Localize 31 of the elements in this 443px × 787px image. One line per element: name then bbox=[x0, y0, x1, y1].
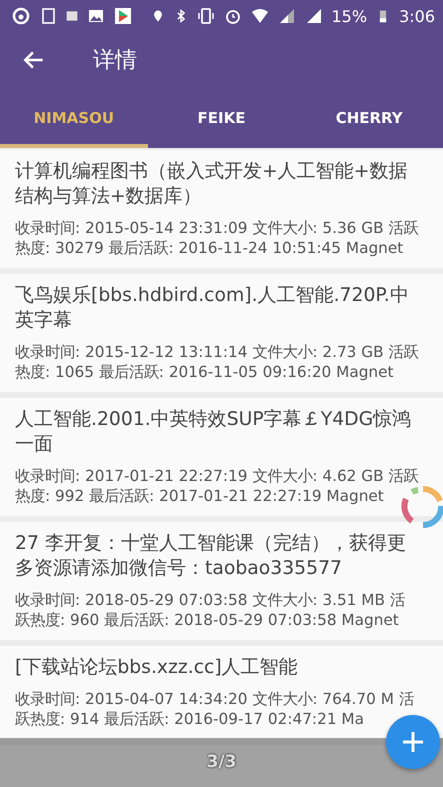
result-title: 飞鸟娱乐[bbs.hdbird.com].人工智能.720P.中英字幕 bbox=[15, 284, 410, 333]
result-card[interactable]: [下载站论坛bbs.xzz.cc]人工智能 收录时间: 2015-04-07 14:34:20 文件大小: 764.70 M 活跃热度: 914 最后活跃: 2016-09-17 02:47:21 Ma bbox=[0, 646, 443, 739]
tab[interactable]: FEIKE bbox=[148, 88, 296, 148]
wifi-icon bbox=[250, 7, 268, 25]
result-card[interactable]: 飞鸟娱乐[bbs.hdbird.com].人工智能.720P.中英字幕 收录时间: 2015-12-12 13:11:14 文件大小: 2.73 GB 活跃热度: 1065 最后活跃: 2016-11-05 09:16:20 Magnet bbox=[0, 274, 443, 392]
signal-icon bbox=[304, 7, 322, 25]
page-title: 详情 bbox=[93, 47, 137, 75]
loading-spinner-icon bbox=[400, 484, 443, 530]
vibrate-icon bbox=[196, 7, 214, 25]
plus-icon bbox=[400, 729, 426, 755]
result-title: 人工智能.2001.中英特效SUP字幕￡Y4DG惊鸿一面 bbox=[15, 408, 412, 457]
result-title: 27 李开复：十堂人工智能课（完结），获得更多资源请添加微信号：taobao335577 bbox=[15, 532, 407, 581]
document-icon bbox=[39, 7, 57, 25]
result-card[interactable]: 人工智能.2001.中英特效SUP字幕￡Y4DG惊鸿一面 收录时间: 2017-01-21 22:27:19 文件大小: 4.62 GB 活跃热度: 992 最后活跃: 2017-01-21 22:27:19 Magnet bbox=[0, 398, 443, 516]
result-details: 收录时间: 2017-01-21 22:27:19 文件大小: 4.62 GB 活跃热度: 992 最后活跃: 2017-01-21 22:27:19 Magnet bbox=[15, 466, 419, 506]
result-details: 收录时间: 2015-12-12 13:11:14 文件大小: 2.73 GB 活跃热度: 1065 最后活跃: 2016-11-05 09:16:20 Magnet bbox=[15, 342, 419, 382]
battery-percent: 15% bbox=[332, 6, 368, 26]
alarm-icon bbox=[224, 7, 242, 25]
result-card[interactable]: 计算机编程图书（嵌入式开发+人工智能+数据结构与算法+数据库） 收录时间: 2015-05-14 23:31:09 文件大小: 5.36 GB 活跃热度: 30279 最后活跃: 2016-11-24 10:51:45 Magnet bbox=[0, 150, 443, 268]
page-counter: 3/3 bbox=[206, 752, 236, 774]
result-details: 收录时间: 2015-05-14 23:31:09 文件大小: 5.36 GB 活跃热度: 30279 最后活跃: 2016-11-24 10:51:45 Magnet bbox=[15, 218, 419, 258]
signal-icon bbox=[278, 7, 296, 25]
tab[interactable]: CHERRY bbox=[295, 88, 443, 148]
result-details: 收录时间: 2015-04-07 14:34:20 文件大小: 764.70 M 活跃热度: 914 最后活跃: 2016-09-17 02:47:21 Ma bbox=[15, 689, 415, 729]
result-details: 收录时间: 2018-05-29 07:03:58 文件大小: 3.51 MB 活跃热度: 960 最后活跃: 2018-05-29 07:03:58 Magnet bbox=[15, 590, 406, 630]
clock-time: 3:06 bbox=[399, 6, 435, 26]
result-title: [下载站论坛bbs.xzz.cc]人工智能 bbox=[15, 656, 299, 680]
result-title: 计算机编程图书（嵌入式开发+人工智能+数据结构与算法+数据库） bbox=[15, 160, 408, 209]
image-icon bbox=[87, 7, 105, 25]
play-store-icon bbox=[114, 7, 132, 25]
result-card[interactable]: 27 李开复：十堂人工智能课（完结），获得更多资源请添加微信号：taobao335577 收录时间: 2018-05-29 07:03:58 文件大小: 3.51 MB 活跃热度: 960 最后活跃: 2018-05-29 07:03:58 Magnet bbox=[0, 522, 443, 640]
